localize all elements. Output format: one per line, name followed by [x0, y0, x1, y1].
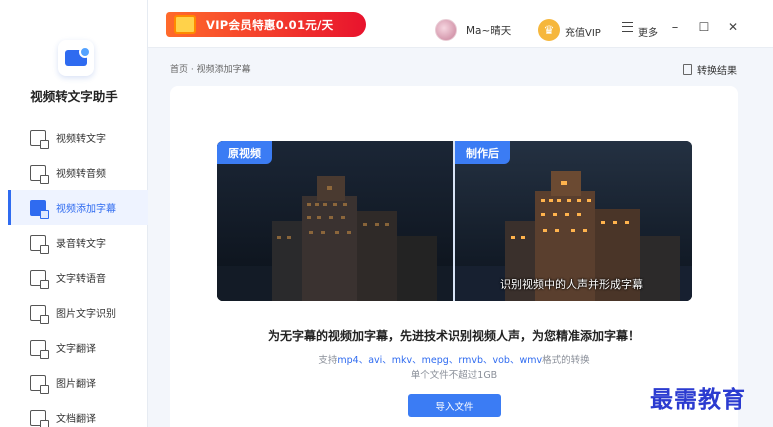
formats-prefix: 支持	[318, 355, 338, 366]
sidebar-item-video-to-audio[interactable]: 视频转音频	[8, 155, 148, 190]
sidebar-item-label: 视频转文字	[56, 134, 106, 145]
text-translate-icon	[30, 339, 49, 359]
document-icon	[683, 64, 692, 75]
conversion-results-link[interactable]: 转换结果	[683, 62, 737, 77]
vip-promo-text: VIP会员特惠0.01元/天	[206, 17, 334, 32]
original-video-preview: 原视频	[217, 141, 453, 301]
result-video-tag: 制作后	[455, 141, 510, 164]
sidebar-item-image-ocr[interactable]: 图片文字识别	[8, 295, 148, 330]
vip-promo-banner[interactable]: VIP会员特惠0.01元/天	[166, 12, 366, 37]
original-video-tag: 原视频	[217, 141, 272, 164]
image-ocr-icon	[30, 304, 49, 324]
sidebar: 视频转文字助手 视频转文字 视频转音频 视频添加字幕 录音转文字 文字转语音 图…	[0, 0, 148, 427]
night-building-image	[217, 176, 453, 301]
app-name: 视频转文字助手	[30, 89, 118, 104]
image-translate-icon	[30, 374, 49, 394]
sidebar-nav: 视频转文字 视频转音频 视频添加字幕 录音转文字 文字转语音 图片文字识别 文字…	[8, 120, 148, 427]
maximize-button[interactable]: ☐	[695, 18, 713, 36]
breadcrumb: 首页 · 视频添加字幕	[170, 65, 251, 75]
sidebar-item-video-to-text[interactable]: 视频转文字	[8, 120, 148, 155]
sample-subtitle-text: 识别视频中的人声并形成字幕	[500, 278, 643, 291]
sidebar-item-label: 视频添加字幕	[56, 204, 116, 215]
sidebar-item-label: 文档翻译	[56, 414, 96, 425]
sidebar-item-label: 视频转音频	[56, 169, 106, 180]
formats-suffix: 格式的转换	[542, 355, 590, 366]
more-button[interactable]: 更多	[638, 24, 658, 39]
user-name[interactable]: Ma~晴天	[466, 23, 511, 38]
sidebar-item-recording-to-text[interactable]: 录音转文字	[8, 225, 148, 260]
import-file-button[interactable]: 导入文件	[408, 394, 501, 417]
video-subtitle-icon	[30, 199, 49, 219]
topbar: VIP会员特惠0.01元/天 Ma~晴天 ♛ 充值VIP 更多 – ☐ ✕	[148, 0, 773, 48]
minimize-button[interactable]: –	[666, 18, 684, 36]
sidebar-item-label: 图片翻译	[56, 379, 96, 390]
close-button[interactable]: ✕	[724, 18, 742, 36]
sidebar-item-text-to-speech[interactable]: 文字转语音	[8, 260, 148, 295]
vip-crown-icon[interactable]: ♛	[538, 19, 560, 41]
formats-list: mp4、avi、mkv、mepg、rmvb、vob、wmv	[337, 355, 543, 366]
gift-icon	[166, 12, 206, 37]
supported-formats: 支持mp4、avi、mkv、mepg、rmvb、vob、wmv格式的转换	[170, 352, 738, 366]
video-to-text-icon	[30, 129, 49, 149]
app-logo-icon	[58, 40, 94, 76]
sidebar-item-label: 图片文字识别	[56, 309, 116, 320]
sidebar-item-video-subtitle[interactable]: 视频添加字幕	[8, 190, 148, 225]
avatar[interactable]	[435, 19, 457, 41]
recording-to-text-icon	[30, 234, 49, 254]
feature-headline: 为无字幕的视频加字幕，先进技术识别视频人声，为您精准添加字幕！	[267, 329, 640, 343]
sidebar-item-text-translate[interactable]: 文字翻译	[8, 330, 148, 365]
menu-icon[interactable]	[622, 22, 633, 32]
sidebar-item-label: 文字转语音	[56, 274, 106, 285]
recharge-vip-button[interactable]: 充值VIP	[565, 24, 601, 39]
sidebar-item-document-translate[interactable]: 文档翻译	[8, 400, 148, 427]
video-to-audio-icon	[30, 164, 49, 184]
sidebar-item-label: 录音转文字	[56, 239, 106, 250]
text-to-speech-icon	[30, 269, 49, 289]
conversion-results-label: 转换结果	[697, 66, 737, 77]
sidebar-item-label: 文字翻译	[56, 344, 96, 355]
file-size-limit: 单个文件不超过1GB	[410, 370, 498, 381]
document-translate-icon	[30, 409, 49, 427]
sidebar-item-image-translate[interactable]: 图片翻译	[8, 365, 148, 400]
watermark: 最需教育	[650, 386, 746, 413]
